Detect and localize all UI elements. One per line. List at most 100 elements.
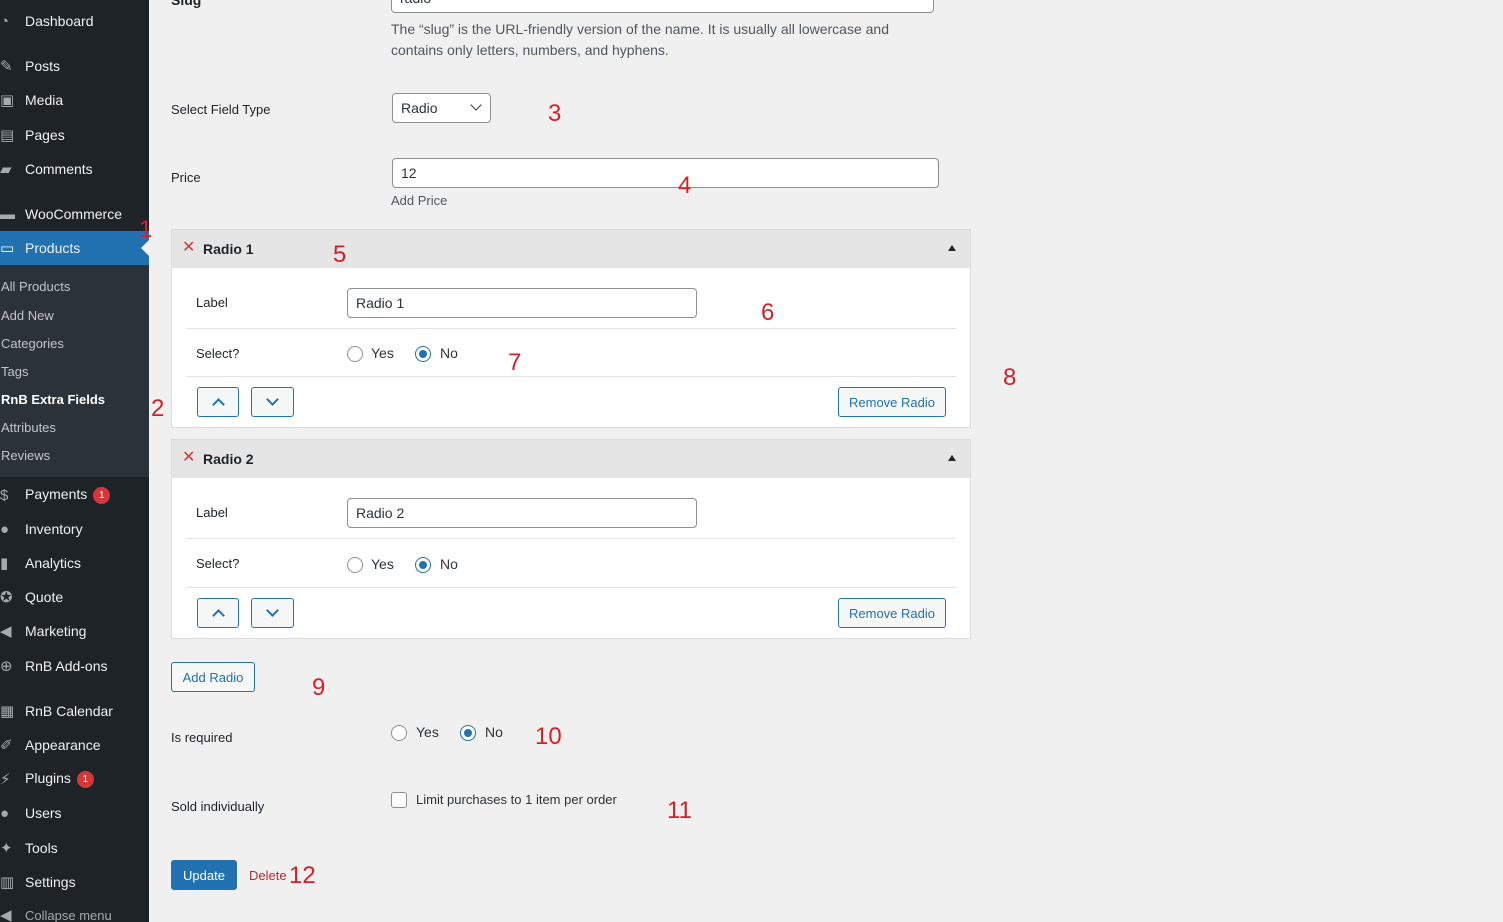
annotation-number: 3	[548, 100, 562, 127]
required-yes-label: Yes	[416, 724, 439, 740]
annotation-number: 6	[761, 299, 775, 326]
triangle-up-icon[interactable]	[948, 245, 956, 251]
remove-radio-button[interactable]: Remove Radio	[838, 387, 946, 417]
annotation-number: 1	[139, 216, 153, 243]
annotation-number: 11	[667, 797, 692, 824]
menu-item-comments[interactable]: ▰ Comments	[0, 152, 149, 186]
close-icon[interactable]: ✕	[182, 240, 195, 256]
menu-item-plugins[interactable]: ⚡ Plugins 1	[0, 762, 149, 796]
menu-label: WooCommerce	[25, 206, 122, 222]
radio-label-label: Label	[196, 295, 228, 310]
triangle-up-icon[interactable]	[948, 455, 956, 461]
annotation-number: 8	[1003, 364, 1017, 391]
is-required-label: Is required	[171, 730, 233, 745]
chevron-down-icon	[266, 393, 279, 406]
submenu-tags[interactable]: Tags	[1, 364, 28, 379]
plugin-icon: ⚡	[0, 770, 11, 788]
radio-yes-option[interactable]	[347, 346, 363, 362]
submenu-categories[interactable]: Categories	[1, 336, 64, 351]
radio-panel-header[interactable]: ✕ Radio 1	[172, 230, 970, 268]
menu-item-quote[interactable]: ✪ Quote	[0, 580, 149, 614]
submenu-add-new[interactable]: Add New	[1, 308, 54, 323]
menu-item-woocommerce[interactable]: ▬ WooCommerce	[0, 197, 149, 231]
required-no-option[interactable]	[460, 725, 476, 741]
award-icon: ✪	[0, 588, 13, 606]
radio-yes-label: Yes	[371, 556, 394, 572]
menu-label: Settings	[25, 874, 76, 890]
woo-icon: ▬	[0, 205, 15, 223]
dollar-icon: $	[0, 486, 9, 504]
radio-no-label: No	[440, 345, 458, 361]
radio-yes-option[interactable]	[347, 557, 363, 573]
menu-item-marketing[interactable]: ◀ Marketing	[0, 614, 149, 648]
brush-icon: ✐	[0, 736, 13, 754]
required-yes-option[interactable]	[391, 725, 407, 741]
add-radio-button[interactable]: Add Radio	[171, 662, 255, 692]
move-down-button[interactable]	[251, 598, 294, 628]
plus-circle-icon: ⊕	[0, 657, 13, 675]
menu-label: RnB Add-ons	[25, 658, 108, 674]
slug-description: The “slug” is the URL-friendly version o…	[391, 21, 889, 58]
annotation-number: 5	[333, 241, 347, 268]
move-up-button[interactable]	[197, 387, 239, 417]
menu-item-products[interactable]: ▭ Products	[0, 231, 149, 265]
move-down-button[interactable]	[251, 387, 294, 417]
menu-item-rnb-addons[interactable]: ⊕ RnB Add-ons	[0, 649, 149, 683]
menu-item-payments[interactable]: $ Payments 1	[0, 478, 149, 512]
menu-label: Dashboard	[25, 13, 94, 29]
remove-radio-button[interactable]: Remove Radio	[838, 598, 946, 628]
slug-input[interactable]: radio	[391, 0, 934, 13]
radio-label-input[interactable]: Radio 2	[347, 498, 697, 528]
menu-label: Posts	[25, 58, 61, 74]
menu-item-pages[interactable]: ▤ Pages	[0, 118, 149, 152]
menu-item-tools[interactable]: ✦ Tools	[0, 831, 149, 865]
radio-panel-1: ✕ Radio 1 Label Radio 1 Select? Yes No R…	[171, 229, 971, 428]
sold-individually-label: Sold individually	[171, 799, 265, 814]
radio-no-option[interactable]	[415, 557, 431, 573]
archive-icon: ▭	[0, 239, 15, 257]
radio-panel-header[interactable]: ✕ Radio 2	[172, 440, 970, 478]
chevron-up-icon	[211, 398, 225, 411]
menu-label: Plugins 1	[25, 770, 94, 788]
update-count-badge: 1	[93, 486, 111, 504]
menu-item-inventory[interactable]: ● Inventory	[0, 512, 149, 546]
radio-no-option[interactable]	[415, 346, 431, 362]
menu-item-users[interactable]: ● Users	[0, 796, 149, 830]
field-type-select[interactable]: Radio	[392, 93, 491, 123]
menu-item-posts[interactable]: ✎ Posts	[0, 49, 149, 83]
submenu-rnb-extra-fields[interactable]: RnB Extra Fields	[1, 392, 105, 407]
menu-label: Appearance	[25, 737, 101, 753]
admin-sidebar: ◔ Dashboard ✎ Posts ▣ Media ▤ Pages ▰ Co…	[0, 0, 149, 922]
update-button[interactable]: Update	[171, 860, 237, 890]
sold-individually-checkbox[interactable]	[391, 792, 407, 808]
menu-item-media[interactable]: ▣ Media	[0, 83, 149, 117]
field-type-label: Select Field Type	[171, 102, 271, 117]
menu-label: Inventory	[25, 521, 83, 537]
dashboard-icon: ◔	[0, 12, 10, 30]
menu-item-rnb-calendar[interactable]: ▦ RnB Calendar	[0, 694, 149, 728]
radio-label-input[interactable]: Radio 1	[347, 288, 697, 318]
close-icon[interactable]: ✕	[182, 450, 195, 466]
collapse-icon: ◀	[0, 906, 12, 922]
move-up-button[interactable]	[197, 598, 239, 628]
price-input[interactable]: 12	[392, 158, 939, 188]
submenu-attributes[interactable]: Attributes	[1, 420, 56, 435]
menu-item-settings[interactable]: ▥ Settings	[0, 865, 149, 899]
submenu-reviews[interactable]: Reviews	[1, 448, 50, 463]
page-icon: ▤	[0, 126, 15, 144]
submenu-all-products[interactable]: All Products	[1, 279, 70, 294]
radio-label-label: Label	[196, 505, 228, 520]
annotation-number: 7	[508, 349, 522, 376]
row-divider	[186, 538, 956, 539]
menu-label: Analytics	[25, 555, 82, 571]
collapse-menu-button[interactable]: ◀ Collapse menu	[0, 898, 149, 922]
menu-item-dashboard[interactable]: ◔ Dashboard	[0, 4, 149, 38]
menu-item-appearance[interactable]: ✐ Appearance	[0, 728, 149, 762]
menu-item-analytics[interactable]: ▮ Analytics	[0, 546, 149, 580]
chevron-down-icon	[266, 604, 279, 617]
calendar-icon: ▦	[0, 702, 15, 720]
required-no-label: No	[485, 724, 503, 740]
annotation-number: 4	[678, 172, 692, 199]
delete-link[interactable]: Delete	[249, 868, 287, 883]
chevron-up-icon	[211, 609, 225, 622]
